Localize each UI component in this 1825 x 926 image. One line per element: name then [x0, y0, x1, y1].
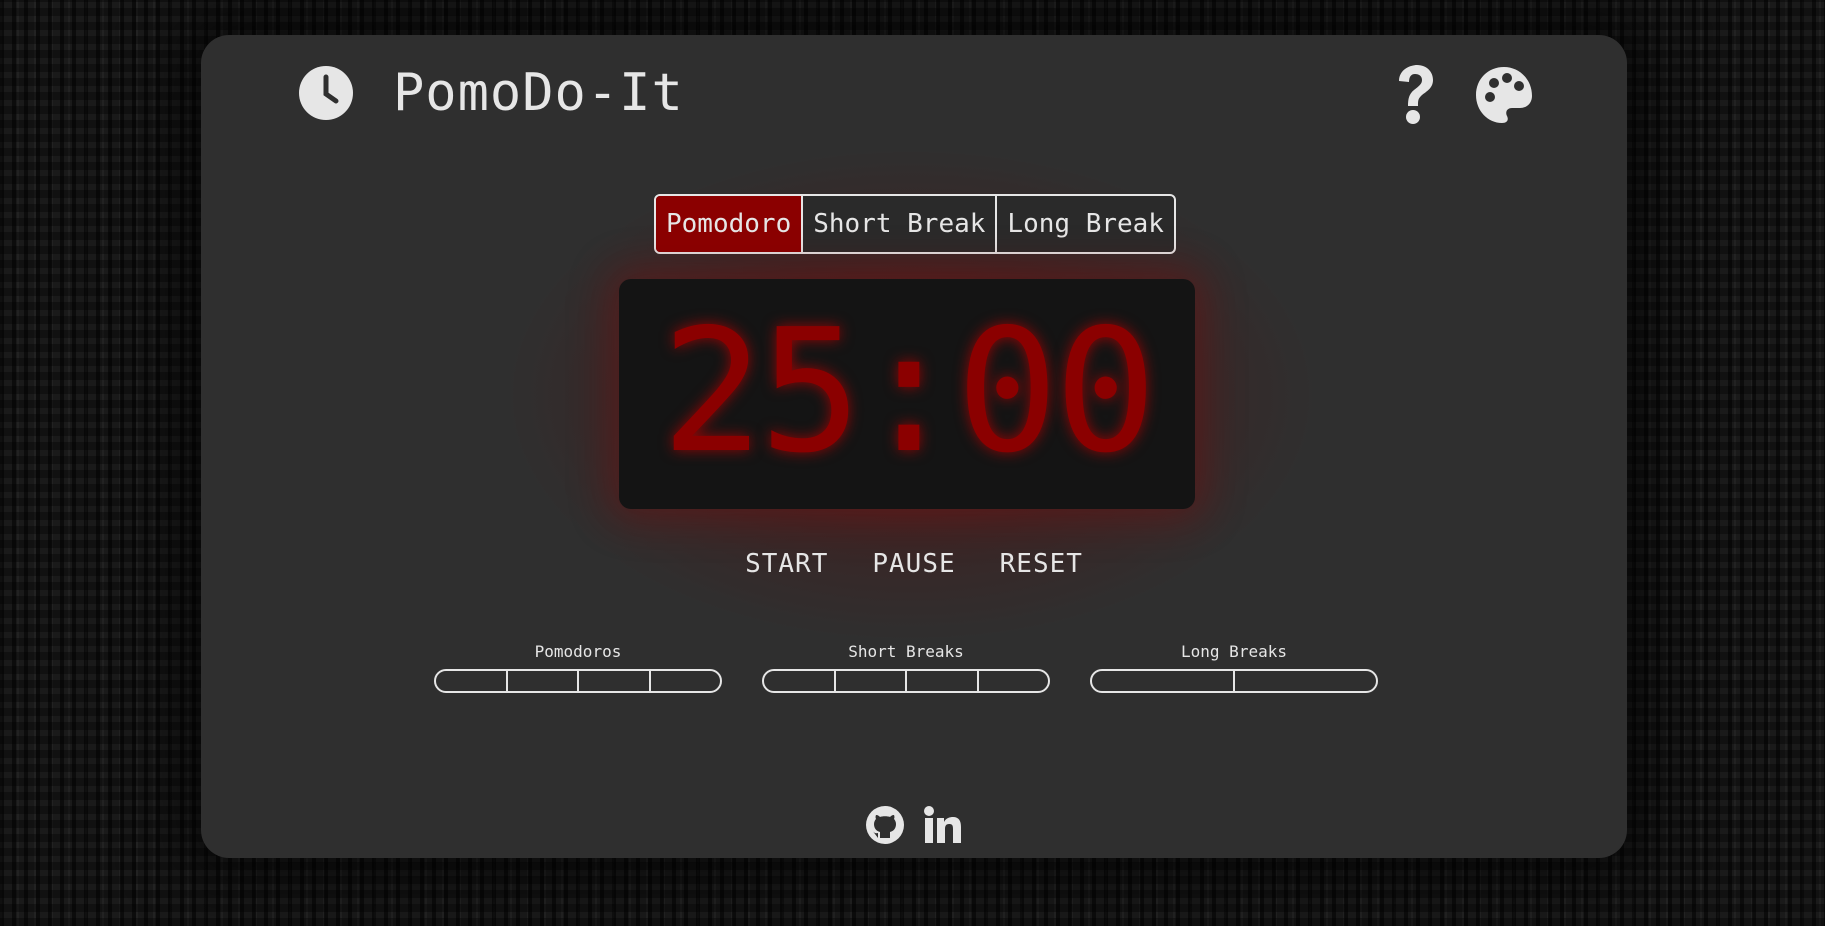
tracker-label: Pomodoros: [534, 642, 622, 661]
timer-time: 25:00: [661, 293, 1157, 491]
tracker-segment: [505, 671, 578, 691]
pause-button[interactable]: PAUSE: [872, 549, 955, 579]
tracker-segment: [976, 671, 1049, 691]
tab-long-break[interactable]: Long Break: [995, 196, 1174, 252]
tracker-pomodoros: Pomodoros: [434, 641, 722, 693]
tracker-segment: [764, 671, 834, 691]
timer-display: 25:00: [619, 279, 1195, 509]
footer-links: [201, 805, 1627, 845]
linkedin-icon[interactable]: [923, 805, 963, 845]
tracker-segment: [905, 671, 977, 691]
tab-short-break[interactable]: Short Break: [801, 196, 995, 252]
app-card: PomoDo-It Pomodoro Short Break Long Break …: [201, 35, 1627, 858]
tracker-segment: [648, 671, 721, 691]
tracker-label: Long Breaks: [1181, 642, 1287, 661]
question-icon[interactable]: [1391, 63, 1437, 125]
github-icon[interactable]: [865, 805, 905, 845]
clock-icon: [299, 66, 353, 120]
tracker-segment: [833, 671, 906, 691]
timer-controls: START PAUSE RESET: [201, 549, 1627, 579]
tracker-segment: [436, 671, 506, 691]
app-title: PomoDo-It: [393, 63, 684, 123]
tracker-bar: [1090, 669, 1378, 693]
tracker-long-breaks: Long Breaks: [1090, 641, 1378, 693]
tracker-short-breaks: Short Breaks: [762, 641, 1050, 693]
tracker-segment: [577, 671, 649, 691]
tracker-label: Short Breaks: [848, 642, 964, 661]
palette-icon[interactable]: [1474, 65, 1534, 125]
tracker-bar: [762, 669, 1050, 693]
start-button[interactable]: START: [745, 549, 828, 579]
tracker-bar: [434, 669, 722, 693]
tracker-segment: [1233, 671, 1376, 691]
tracker-segment: [1092, 671, 1233, 691]
mode-tabs: Pomodoro Short Break Long Break: [654, 194, 1176, 254]
tab-pomodoro[interactable]: Pomodoro: [656, 196, 802, 252]
reset-button[interactable]: RESET: [1000, 549, 1083, 579]
